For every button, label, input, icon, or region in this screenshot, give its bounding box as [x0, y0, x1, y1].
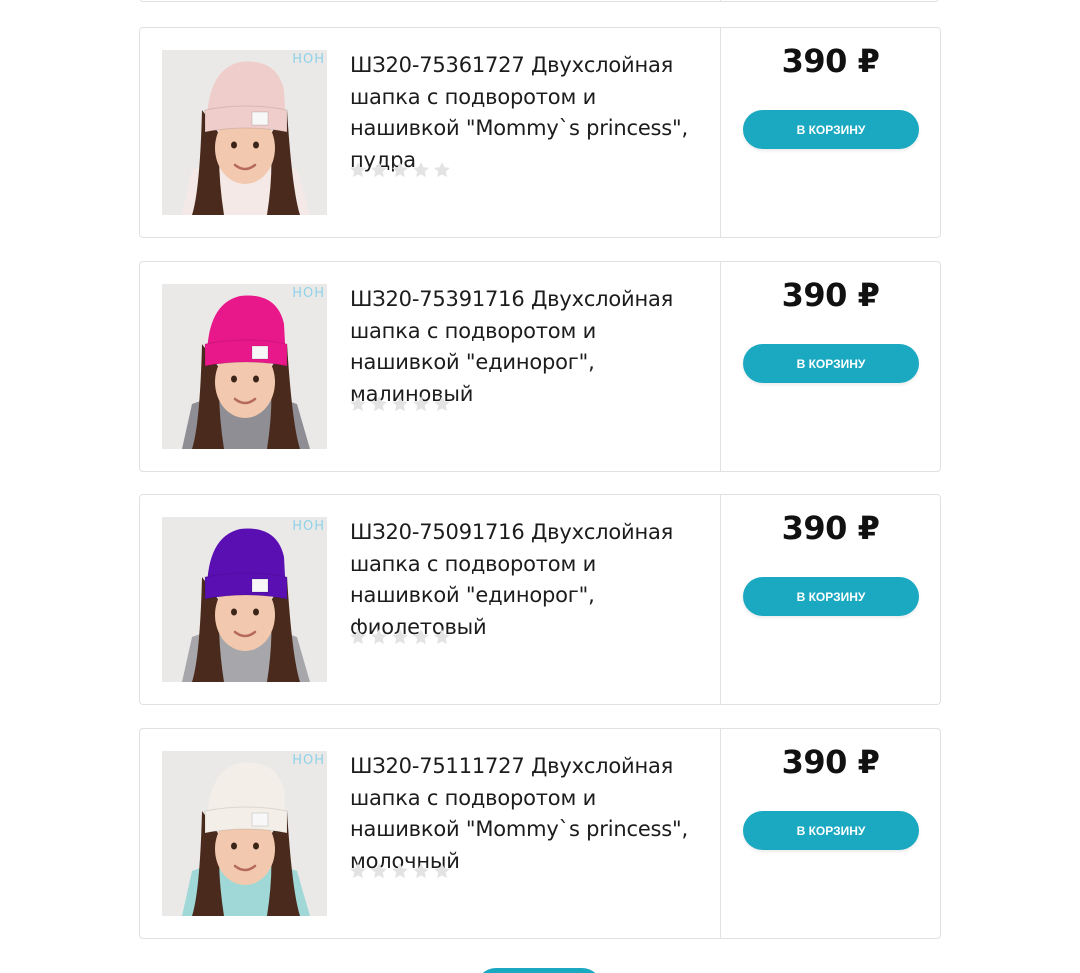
- add-to-cart-button[interactable]: В КОРЗИНУ: [743, 110, 919, 149]
- previous-product-card-edge: [139, 0, 939, 2]
- star-icon: [434, 396, 450, 412]
- star-icon: [434, 863, 450, 879]
- product-list-page: НОН ШЗ20-75361727 Двухслойная шапка с под…: [0, 0, 1080, 973]
- star-icon: [434, 629, 450, 645]
- product-price: 390 ₽: [781, 509, 880, 547]
- product-price: 390 ₽: [781, 276, 880, 314]
- rating-stars: [348, 861, 452, 881]
- star-icon: [392, 396, 408, 412]
- brand-logo: НОН: [292, 753, 325, 768]
- star-icon: [371, 863, 387, 879]
- product-title[interactable]: ШЗ20-75361727 Двухслойная шапка с подвор…: [350, 50, 705, 176]
- star-icon: [350, 863, 366, 879]
- card-divider: [720, 0, 721, 1]
- star-icon: [350, 629, 366, 645]
- star-icon: [413, 396, 429, 412]
- product-price: 390 ₽: [781, 743, 880, 781]
- star-icon: [413, 863, 429, 879]
- star-icon: [371, 162, 387, 178]
- star-icon: [371, 629, 387, 645]
- rating-stars: [348, 627, 452, 647]
- product-price: 390 ₽: [781, 42, 880, 80]
- star-icon: [392, 629, 408, 645]
- product-card: НОН ШЗ20-75361727 Двухслойная шапка с под…: [139, 27, 941, 238]
- product-card: НОН ШЗ20-75391716 Двухслойная шапка с под…: [139, 261, 941, 472]
- star-icon: [434, 162, 450, 178]
- product-image[interactable]: НОН: [162, 517, 327, 682]
- product-image[interactable]: НОН: [162, 751, 327, 916]
- add-to-cart-button[interactable]: В КОРЗИНУ: [743, 811, 919, 850]
- rating-stars: [348, 160, 452, 180]
- star-icon: [413, 162, 429, 178]
- brand-logo: НОН: [292, 286, 325, 301]
- star-icon: [392, 162, 408, 178]
- brand-logo: НОН: [292, 519, 325, 534]
- product-card: НОН ШЗ20-75111727 Двухслойная шапка с под…: [139, 728, 941, 939]
- add-to-cart-button[interactable]: В КОРЗИНУ: [743, 577, 919, 616]
- star-icon: [413, 629, 429, 645]
- star-icon: [350, 396, 366, 412]
- product-card: НОН ШЗ20-75091716 Двухслойная шапка с под…: [139, 494, 941, 705]
- load-more-button[interactable]: [476, 968, 602, 973]
- product-image[interactable]: НОН: [162, 284, 327, 449]
- star-icon: [392, 863, 408, 879]
- product-title[interactable]: ШЗ20-75091716 Двухслойная шапка с подвор…: [350, 517, 705, 643]
- rating-stars: [348, 394, 452, 414]
- brand-logo: НОН: [292, 52, 325, 67]
- product-image[interactable]: НОН: [162, 50, 327, 215]
- product-title[interactable]: ШЗ20-75111727 Двухслойная шапка с подвор…: [350, 751, 705, 877]
- product-title[interactable]: ШЗ20-75391716 Двухслойная шапка с подвор…: [350, 284, 705, 410]
- add-to-cart-button[interactable]: В КОРЗИНУ: [743, 344, 919, 383]
- star-icon: [371, 396, 387, 412]
- star-icon: [350, 162, 366, 178]
